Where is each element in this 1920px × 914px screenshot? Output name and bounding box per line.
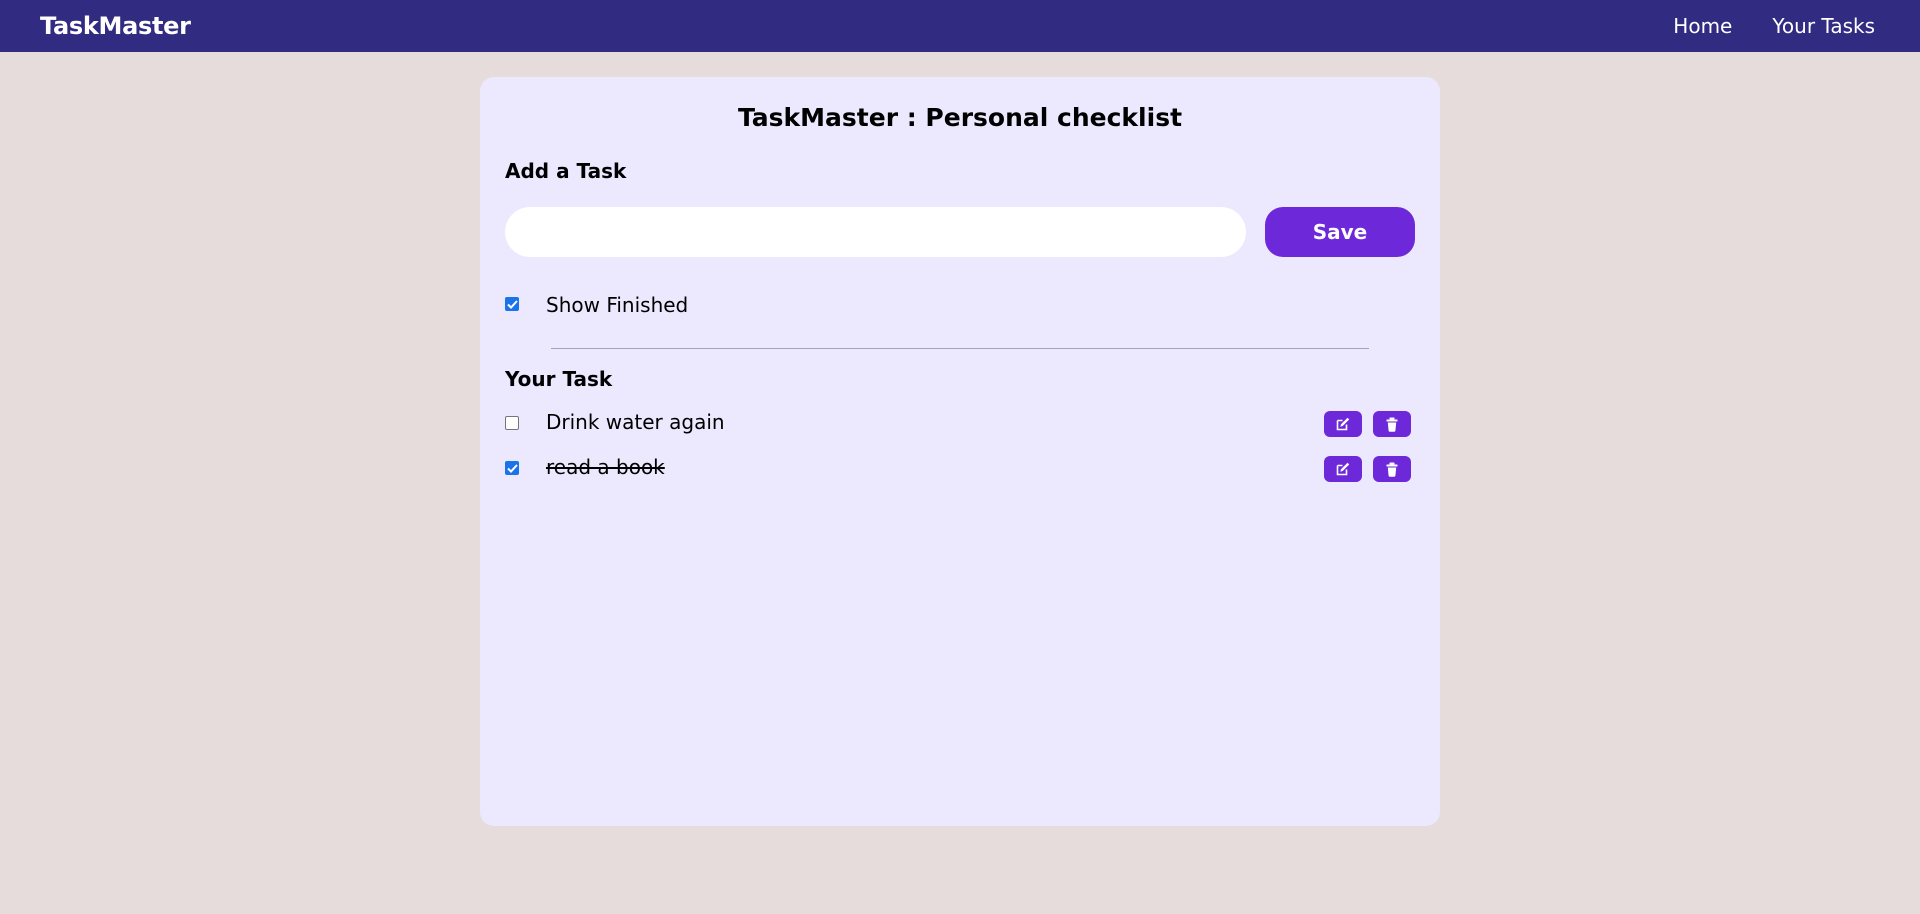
- nav-link-home[interactable]: Home: [1673, 14, 1732, 38]
- edit-icon: [1336, 462, 1350, 476]
- delete-task-button[interactable]: [1373, 456, 1411, 482]
- add-task-heading: Add a Task: [505, 159, 627, 183]
- delete-task-button[interactable]: [1373, 411, 1411, 437]
- edit-task-button[interactable]: [1324, 456, 1362, 482]
- edit-icon: [1336, 417, 1350, 431]
- task-row: read a book: [480, 453, 1440, 483]
- nav-link-your-tasks[interactable]: Your Tasks: [1772, 14, 1875, 38]
- divider: [551, 348, 1369, 349]
- your-task-heading: Your Task: [505, 367, 613, 391]
- task-checkbox[interactable]: [505, 461, 519, 475]
- checkmark-icon: [506, 299, 518, 309]
- checkmark-icon: [506, 463, 518, 473]
- trash-icon: [1386, 417, 1398, 432]
- show-finished-label: Show Finished: [546, 293, 689, 317]
- task-text: Drink water again: [546, 410, 725, 434]
- navbar: TaskMaster Home Your Tasks: [0, 0, 1920, 52]
- task-input[interactable]: [505, 207, 1246, 257]
- task-row: Drink water again: [480, 408, 1440, 438]
- show-finished-checkbox[interactable]: [505, 297, 519, 311]
- nav-links: Home Your Tasks: [1673, 14, 1880, 38]
- task-text: read a book: [546, 455, 665, 479]
- task-checkbox[interactable]: [505, 416, 519, 430]
- edit-task-button[interactable]: [1324, 411, 1362, 437]
- checklist-card: TaskMaster : Personal checklist Add a Ta…: [480, 77, 1440, 826]
- save-button[interactable]: Save: [1265, 207, 1415, 257]
- page-title: TaskMaster : Personal checklist: [737, 103, 1183, 132]
- trash-icon: [1386, 462, 1398, 477]
- brand-logo[interactable]: TaskMaster: [40, 12, 191, 40]
